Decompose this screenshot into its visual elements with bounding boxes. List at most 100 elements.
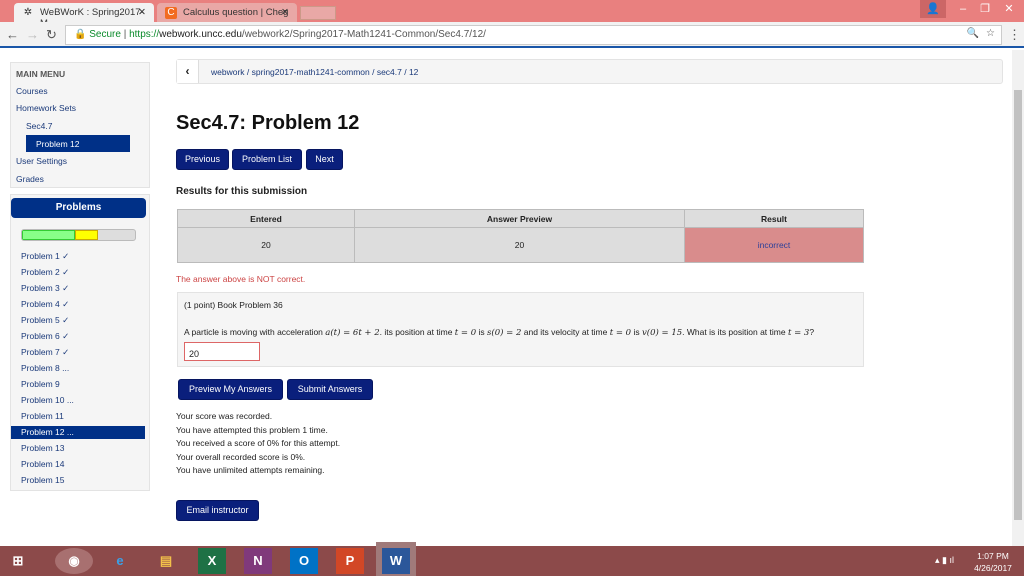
problem-text: A particle is moving with acceleration a…: [184, 324, 857, 361]
address-bar-row: ← → ↻ 🔒 Secure | https://webwork.uncc.ed…: [0, 22, 1024, 48]
problem-link[interactable]: Problem 10 ...: [21, 394, 146, 407]
clock[interactable]: 1:07 PM 4/26/2017: [968, 550, 1018, 574]
url-input[interactable]: 🔒 Secure | https://webwork.uncc.edu/webw…: [65, 25, 1002, 45]
chegg-logo-icon: C: [165, 7, 177, 19]
tray-icons[interactable]: ▴ ▮ ıl: [935, 555, 954, 566]
url-path: /webwork2/Spring2017-Math1241-Common/Sec…: [241, 29, 486, 40]
page-title: Sec4.7: Problem 12: [176, 112, 360, 134]
main-menu: MAIN MENU Courses Homework Sets Sec4.7 P…: [10, 62, 150, 188]
webwork-logo-icon: ✲: [23, 7, 33, 18]
text: A particle is moving with acceleration: [184, 327, 326, 337]
new-tab-button[interactable]: [300, 6, 336, 20]
zoom-icon[interactable]: 🔍: [967, 28, 979, 39]
problem-link[interactable]: Problem 8 ...: [21, 362, 146, 375]
windows-start-icon[interactable]: ⊞: [4, 548, 32, 574]
equation: t = 0: [609, 328, 632, 338]
problem-link[interactable]: Problem 9: [21, 378, 146, 391]
header-answer-preview: Answer Preview: [354, 209, 685, 228]
problem-link[interactable]: Problem 6 ✓: [21, 330, 146, 343]
problem-link[interactable]: Problem 11: [21, 410, 146, 423]
text: . its position at time: [379, 327, 455, 337]
internet-explorer-icon[interactable]: e: [106, 548, 134, 574]
table-row: 20 20 incorrect: [177, 227, 864, 263]
equation: v(0) = 15: [641, 328, 683, 338]
sidebar-item-user-settings[interactable]: User Settings: [16, 156, 67, 166]
text: is: [631, 327, 642, 337]
problem-list-button[interactable]: Problem List: [232, 149, 302, 170]
text: is: [476, 327, 488, 337]
url-host: webwork.uncc.edu: [159, 29, 242, 40]
score-messages: Your score was recorded. You have attemp…: [176, 410, 340, 478]
user-icon[interactable]: 👤: [920, 0, 946, 18]
next-button[interactable]: Next: [306, 149, 343, 170]
sidebar-item-sec47[interactable]: Sec4.7: [26, 121, 52, 131]
progress-correct: [22, 230, 76, 240]
outlook-icon[interactable]: O: [290, 548, 318, 574]
breadcrumb: ‹ webwork / spring2017-math1241-common /…: [176, 59, 1003, 84]
word-icon[interactable]: W: [376, 542, 416, 576]
problems-heading: Problems: [11, 198, 146, 218]
previous-button[interactable]: Previous: [176, 149, 229, 170]
date: 4/26/2017: [974, 563, 1012, 573]
powerpoint-icon[interactable]: P: [336, 548, 364, 574]
problem-link[interactable]: Problem 15: [21, 474, 146, 487]
breadcrumb-path[interactable]: webwork / spring2017-math1241-common / s…: [211, 67, 418, 77]
sidebar-item-homework-sets[interactable]: Homework Sets: [16, 103, 76, 113]
header-entered: Entered: [177, 209, 355, 228]
preview-cell: 20: [354, 227, 685, 263]
menu-icon[interactable]: ⋮: [1008, 27, 1021, 43]
problem-header: (1 point) Book Problem 36: [184, 300, 283, 310]
submit-answers-button[interactable]: Submit Answers: [287, 379, 373, 400]
message-line: Your score was recorded.: [176, 411, 273, 421]
equation: s(0) = 2: [487, 328, 522, 338]
preview-answers-button[interactable]: Preview My Answers: [178, 379, 283, 400]
problem-link[interactable]: Problem 14: [21, 458, 146, 471]
tab-title: Calculus question | Cheg: [183, 7, 289, 18]
file-explorer-icon[interactable]: ▤: [152, 548, 180, 574]
problem-link[interactable]: Problem 12 ...: [11, 426, 145, 439]
problem-link[interactable]: Problem 1 ✓: [21, 250, 146, 263]
sidebar-item-courses[interactable]: Courses: [16, 86, 48, 96]
tab-chegg[interactable]: C Calculus question | Cheg ✕: [157, 3, 297, 22]
message-line: You have unlimited attempts remaining.: [176, 465, 325, 476]
close-tab-icon[interactable]: ✕: [281, 7, 289, 18]
excel-icon[interactable]: X: [198, 548, 226, 574]
sidebar-item-grades[interactable]: Grades: [16, 174, 44, 184]
secure-label: Secure: [89, 29, 121, 40]
email-instructor-button[interactable]: Email instructor: [176, 500, 259, 521]
message-line: Your overall recorded score is 0%.: [176, 451, 306, 462]
progress-bar: [21, 229, 136, 241]
taskbar: ⊞ ◉ e ▤ X N O P W ▴ ▮ ıl 1:07 PM 4/26/20…: [0, 542, 1024, 576]
equation: a(t) = 6t + 2: [325, 328, 380, 338]
back-icon[interactable]: ←: [6, 27, 19, 42]
problem-link[interactable]: Problem 13: [21, 442, 146, 455]
problem-link[interactable]: Problem 4 ✓: [21, 298, 146, 311]
problem-link[interactable]: Problem 2 ✓: [21, 266, 146, 279]
onenote-icon[interactable]: N: [244, 548, 272, 574]
back-chevron-icon[interactable]: ‹: [177, 60, 199, 83]
equation: t = 3: [787, 328, 810, 338]
time: 1:07 PM: [977, 551, 1009, 561]
close-tab-icon[interactable]: ✕: [138, 7, 146, 18]
bookmark-star-icon[interactable]: ☆: [986, 28, 995, 39]
scrollbar[interactable]: [1012, 50, 1024, 546]
maximize-button[interactable]: ❐: [972, 0, 998, 18]
sidebar-item-problem-12[interactable]: Problem 12: [26, 135, 130, 152]
incorrect-message: The answer above is NOT correct.: [176, 274, 306, 284]
close-window-button[interactable]: ✕: [996, 0, 1022, 18]
problem-link[interactable]: Problem 3 ✓: [21, 282, 146, 295]
problem-link[interactable]: Problem 7 ✓: [21, 346, 146, 359]
results-heading: Results for this submission: [176, 186, 308, 197]
text: . What is its position at time: [682, 327, 788, 337]
header-result: Result: [684, 209, 864, 228]
tab-webwork[interactable]: ✲WeBWorK : Spring2017-M✕: [14, 3, 154, 29]
answer-input[interactable]: 20: [184, 342, 260, 361]
problem-link[interactable]: Problem 5 ✓: [21, 314, 146, 327]
problem-box: (1 point) Book Problem 36 A particle is …: [177, 292, 864, 367]
reload-icon[interactable]: ↻: [46, 27, 57, 43]
result-cell: incorrect: [684, 227, 864, 263]
message-line: You have attempted this problem 1 time.: [176, 424, 328, 435]
chrome-icon[interactable]: ◉: [55, 548, 93, 574]
url-scheme: https://: [129, 29, 160, 40]
forward-icon[interactable]: →: [26, 27, 39, 42]
